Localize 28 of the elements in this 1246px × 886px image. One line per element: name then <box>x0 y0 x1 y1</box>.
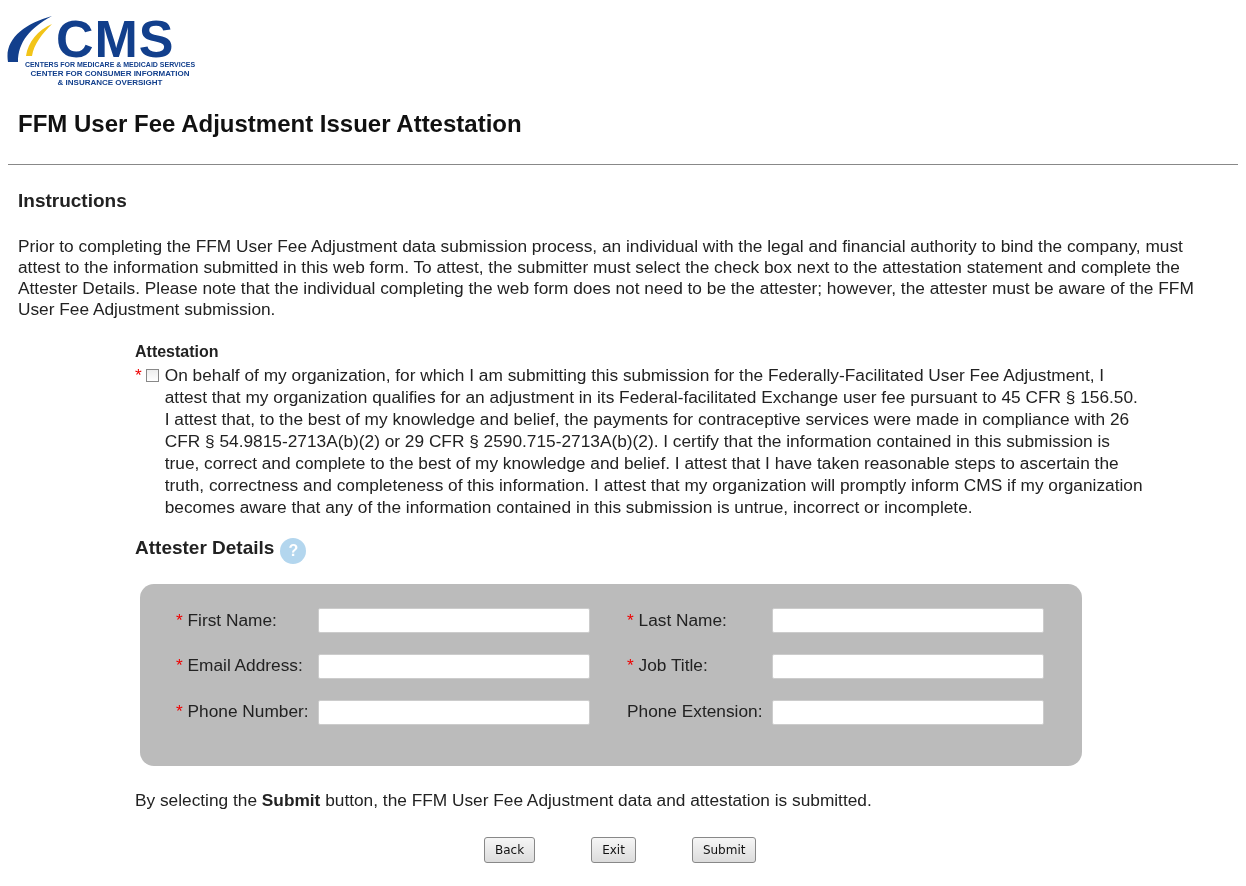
action-button[interactable]: Submit <box>691 837 757 864</box>
field-label: * Job Title: <box>627 654 709 678</box>
logo-swoosh-icon <box>7 16 52 62</box>
page-title: FFM User Fee Adjustment Issuer Attestation <box>18 109 523 139</box>
input-field[interactable] <box>772 607 1044 633</box>
field-label: * Phone Number: <box>176 700 310 724</box>
logo-wordmark: CMS <box>56 18 175 60</box>
section-heading: Instructions <box>18 189 128 213</box>
input-field[interactable] <box>772 653 1044 679</box>
action-button[interactable]: Back <box>484 837 536 864</box>
section-heading: Attester Details <box>135 536 275 558</box>
field-label: Phone Extension: <box>627 700 764 724</box>
input-field[interactable] <box>318 699 590 725</box>
action-button[interactable]: Exit <box>591 837 636 864</box>
instructions-paragraph: Prior to completing the FFM User Fee Adjustment data submission process, an individual with the legal and financial authority to bind the company, must attest to the information submitted in this web form. To attest, the submitter must select the check box next to the attestation statement and complete the Attester Details. Please note that the individual completing the web form does not need to be the attester; however, the attester must be aware of the FFM User Fee Adjustment submission. <box>18 235 1195 320</box>
logo-caption: & INSURANCE OVERSIGHT <box>56 78 164 87</box>
input-field[interactable] <box>318 653 590 679</box>
field-label: * Email Address: <box>176 654 304 678</box>
input-field[interactable] <box>772 699 1044 725</box>
logo-caption: CENTER FOR CONSUMER INFORMATION <box>29 69 191 78</box>
field-label: * First Name: <box>176 608 278 632</box>
required-marker: * <box>135 364 142 385</box>
attestation-statement: On behalf of my organization, for which I am submitting this submission for the Federally-Facilitated User Fee Adjustment, I attest that my organization qualifies for an adjustment in its Federal-facilitated Exchange user fee pursuant to 45 CFR § 156.50. I attest that, to the best of my knowledge and belief, the payments for contraceptive services were made in compliance with 26 CFR § 54.9815-2713A(b)(2) or 29 CFR § 2590.715-2713A(b)(2). I certify that the information contained in this submission is true, correct and complete to the best of my knowledge and belief. I attest that I have taken reasonable steps to ascertain the truth, correctness and completeness of this information. I attest that my organization will promptly inform CMS if my organization becomes aware that any of the information contained in this submission is untrue, incorrect or incomplete. <box>164 363 1144 518</box>
submit-note: By selecting the Submit button, the FFM User Fee Adjustment data and attestation is submitted. <box>135 788 873 812</box>
attestation-checkbox[interactable] <box>145 368 159 382</box>
input-field[interactable] <box>318 607 590 633</box>
field-label: * Last Name: <box>627 608 728 632</box>
section-heading: Attestation <box>135 341 220 362</box>
